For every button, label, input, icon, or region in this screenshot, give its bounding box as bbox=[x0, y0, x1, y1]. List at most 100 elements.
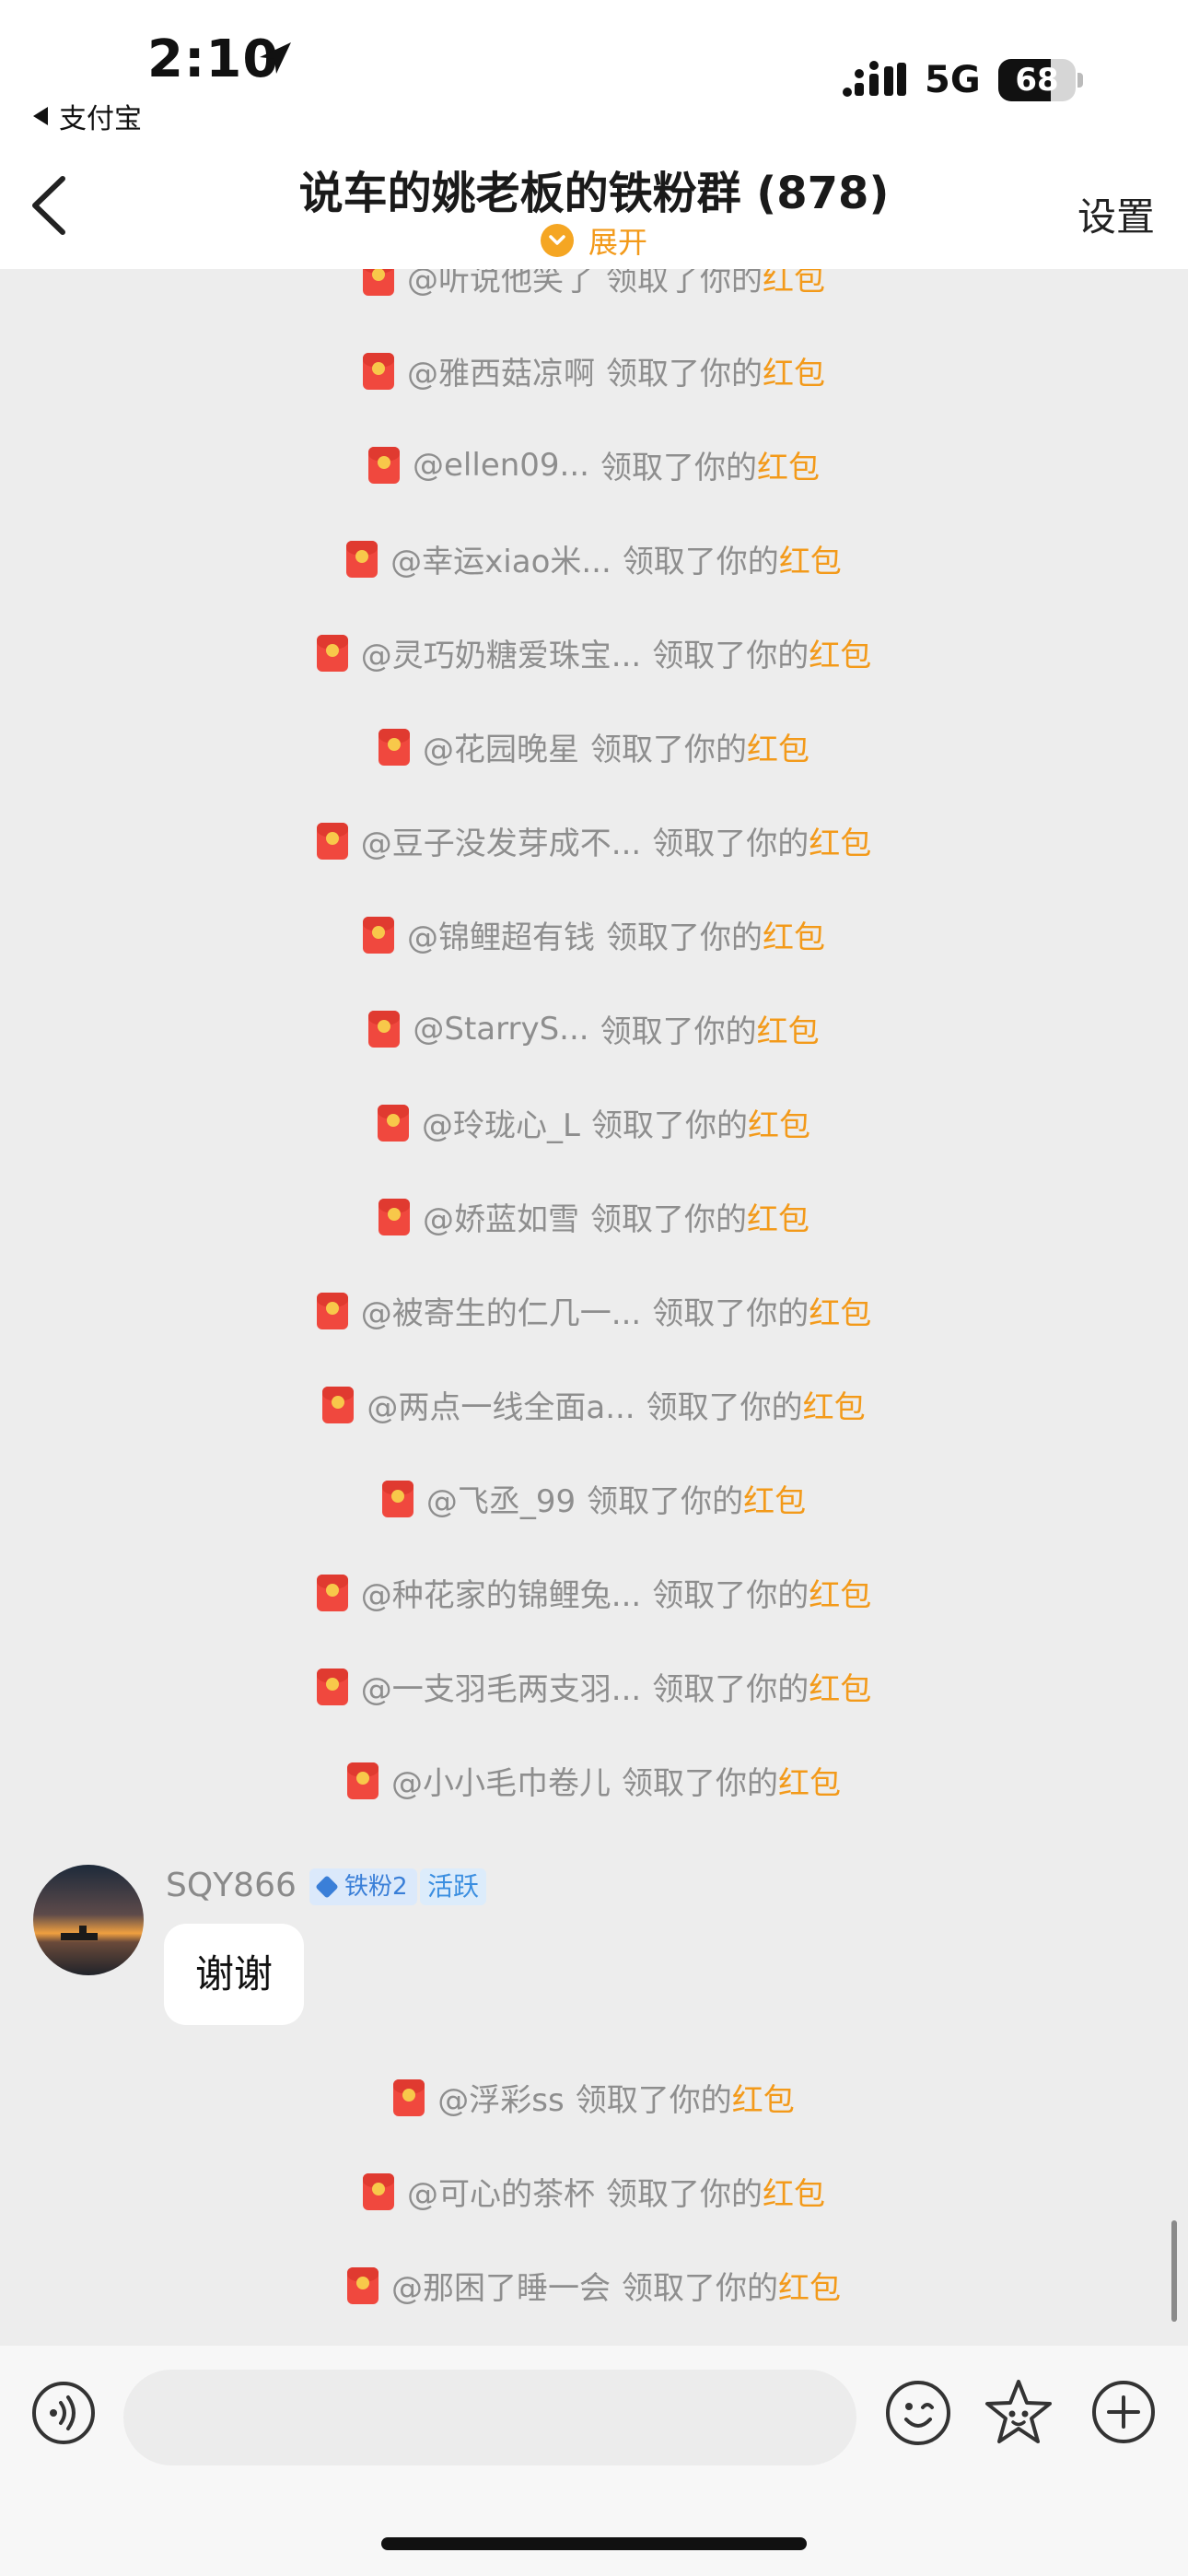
notice-user[interactable]: @花园晚星 bbox=[423, 724, 579, 769]
notice-user[interactable]: @被寄生的仁几一... bbox=[361, 1288, 641, 1333]
status-bar: 2:10 支付宝 5G 68 bbox=[0, 0, 1188, 138]
notice-user[interactable]: @幸运xiao米... bbox=[390, 536, 611, 581]
red-packet-icon bbox=[316, 822, 348, 860]
chevron-down-icon bbox=[540, 224, 574, 257]
notice-user[interactable]: @听说他笑了 bbox=[407, 269, 595, 299]
notice-user[interactable]: @雅西菇凉啊 bbox=[407, 348, 595, 393]
red-packet-icon bbox=[363, 352, 394, 390]
redpacket-link[interactable]: 红包 bbox=[763, 912, 825, 957]
redpacket-link[interactable]: 红包 bbox=[747, 1194, 809, 1239]
red-packet-icon bbox=[316, 634, 348, 672]
notice-user[interactable]: @ellen09... bbox=[413, 447, 589, 484]
red-packet-icon bbox=[381, 1480, 413, 1517]
group-title: 说车的姚老板的铁粉群 (878) bbox=[298, 168, 890, 219]
voice-wave-icon[interactable] bbox=[31, 2381, 96, 2445]
red-packet-icon bbox=[316, 1574, 348, 1611]
notice-text: 领取了你的 bbox=[652, 1295, 809, 1332]
redpacket-notice: @浮彩ss 领取了你的 红包 bbox=[0, 2075, 1188, 2120]
redpacket-notice: @ellen09... 领取了你的 红包 bbox=[0, 442, 1188, 487]
notice-user[interactable]: @可心的茶杯 bbox=[407, 2169, 595, 2214]
avatar[interactable] bbox=[33, 1865, 144, 1975]
redpacket-link[interactable]: 红包 bbox=[809, 1664, 871, 1709]
notice-text: 领取了你的 bbox=[600, 450, 757, 486]
notice-text: 领取了你的 bbox=[590, 1107, 748, 1144]
notice-user[interactable]: @浮彩ss bbox=[437, 2075, 564, 2120]
notice-text: 领取了你的 bbox=[606, 919, 763, 956]
red-packet-icon bbox=[347, 2266, 379, 2304]
notice-text: 领取了你的 bbox=[652, 1671, 809, 1708]
redpacket-link[interactable]: 红包 bbox=[809, 818, 871, 863]
notice-user[interactable]: @豆子没发芽成不... bbox=[361, 818, 641, 863]
red-packet-icon bbox=[363, 2172, 394, 2210]
redpacket-link[interactable]: 红包 bbox=[803, 1382, 866, 1427]
redpacket-notice: @花园晚星 领取了你的 红包 bbox=[0, 724, 1188, 769]
notice-user[interactable]: @那困了睡一会 bbox=[391, 2263, 611, 2308]
redpacket-link[interactable]: 红包 bbox=[763, 2169, 825, 2214]
redpacket-link[interactable]: 红包 bbox=[757, 442, 820, 487]
chat-area[interactable]: @听说他笑了 领取了你的 红包 @雅西菇凉啊 领取了你的 红包 @ellen09... 领取了… bbox=[0, 269, 1188, 2346]
active-badge: 活跃 bbox=[420, 1868, 487, 1905]
back-to-app-link[interactable]: 支付宝 bbox=[33, 96, 142, 136]
redpacket-link[interactable]: 红包 bbox=[809, 1570, 871, 1615]
notice-user[interactable]: @两点一线全面a... bbox=[367, 1382, 635, 1427]
notice-user[interactable]: @一支羽毛两支羽... bbox=[361, 1664, 641, 1709]
scrollbar[interactable] bbox=[1171, 2220, 1177, 2322]
red-packet-icon bbox=[393, 2078, 425, 2116]
emoji-icon[interactable] bbox=[884, 2379, 952, 2447]
fan-level-badge: 铁粉2 bbox=[309, 1868, 417, 1905]
red-packet-icon bbox=[322, 1386, 355, 1423]
message-input[interactable] bbox=[123, 2370, 856, 2465]
notice-user[interactable]: @StarryS... bbox=[413, 1011, 588, 1048]
redpacket-link[interactable]: 红包 bbox=[747, 724, 809, 769]
redpacket-notice: @飞丞_99 领取了你的 红包 bbox=[0, 1476, 1188, 1521]
expand-toggle[interactable]: 展开 bbox=[0, 219, 1188, 262]
red-packet-icon bbox=[368, 1010, 401, 1048]
notice-user[interactable]: @灵巧奶糖爱珠宝... bbox=[361, 630, 641, 675]
settings-button[interactable]: 设置 bbox=[1077, 186, 1155, 242]
sender-name: SQY866 bbox=[166, 1867, 297, 1904]
redpacket-link[interactable]: 红包 bbox=[763, 348, 825, 393]
red-packet-icon bbox=[378, 1104, 410, 1142]
battery-cap bbox=[1077, 73, 1083, 88]
redpacket-link[interactable]: 红包 bbox=[732, 2075, 795, 2120]
redpacket-link[interactable]: 红包 bbox=[778, 2263, 841, 2308]
redpacket-link[interactable]: 红包 bbox=[743, 1476, 806, 1521]
notice-user[interactable]: @锦鲤超有钱 bbox=[407, 912, 595, 957]
notice-user[interactable]: @玲珑心_L bbox=[422, 1100, 580, 1145]
message-bubble[interactable]: 谢谢 bbox=[164, 1924, 305, 2025]
plus-icon[interactable] bbox=[1090, 2379, 1157, 2445]
battery-percent: 68 bbox=[1015, 62, 1059, 99]
notice-text: 领取了你的 bbox=[590, 1201, 747, 1238]
notice-text: 领取了你的 bbox=[622, 544, 779, 580]
notice-text: 领取了你的 bbox=[646, 1389, 803, 1426]
redpacket-link[interactable]: 红包 bbox=[757, 1006, 820, 1051]
redpacket-notice: @幸运xiao米... 领取了你的 红包 bbox=[0, 536, 1188, 581]
location-arrow-icon bbox=[260, 42, 291, 74]
red-packet-icon bbox=[316, 1668, 348, 1705]
input-bar bbox=[0, 2346, 1188, 2576]
home-indicator bbox=[381, 2537, 807, 2550]
redpacket-link[interactable]: 红包 bbox=[763, 269, 825, 299]
redpacket-link[interactable]: 红包 bbox=[809, 630, 871, 675]
notice-user[interactable]: @飞丞_99 bbox=[426, 1476, 576, 1521]
redpacket-notice: @小小毛巾卷儿 领取了你的 红包 bbox=[0, 1758, 1188, 1803]
notice-text: 领取了你的 bbox=[622, 1765, 778, 1802]
fan-level-label: 铁粉2 bbox=[344, 1873, 408, 1901]
notice-user[interactable]: @种花家的锦鲤兔... bbox=[361, 1570, 641, 1615]
notice-text: 领取了你的 bbox=[606, 356, 763, 392]
battery-body: 68 bbox=[998, 59, 1076, 101]
nav-header: 说车的姚老板的铁粉群 (878) 展开 设置 bbox=[0, 138, 1188, 269]
notice-text: 领取了你的 bbox=[590, 732, 747, 768]
redpacket-link[interactable]: 红包 bbox=[779, 536, 842, 581]
notice-user[interactable]: @小小毛巾卷儿 bbox=[391, 1758, 611, 1803]
notice-user[interactable]: @娇蓝如雪 bbox=[423, 1194, 579, 1239]
notice-text: 领取了你的 bbox=[575, 2082, 732, 2119]
redpacket-notice: @灵巧奶糖爱珠宝... 领取了你的 红包 bbox=[0, 630, 1188, 675]
redpacket-link[interactable]: 红包 bbox=[809, 1288, 871, 1333]
star-sticker-icon[interactable] bbox=[984, 2377, 1054, 2447]
notice-text: 领取了你的 bbox=[652, 1577, 809, 1614]
redpacket-link[interactable]: 红包 bbox=[778, 1758, 841, 1803]
redpacket-link[interactable]: 红包 bbox=[748, 1100, 810, 1145]
notice-text: 领取了你的 bbox=[606, 269, 763, 299]
notice-text: 领取了你的 bbox=[652, 825, 809, 862]
